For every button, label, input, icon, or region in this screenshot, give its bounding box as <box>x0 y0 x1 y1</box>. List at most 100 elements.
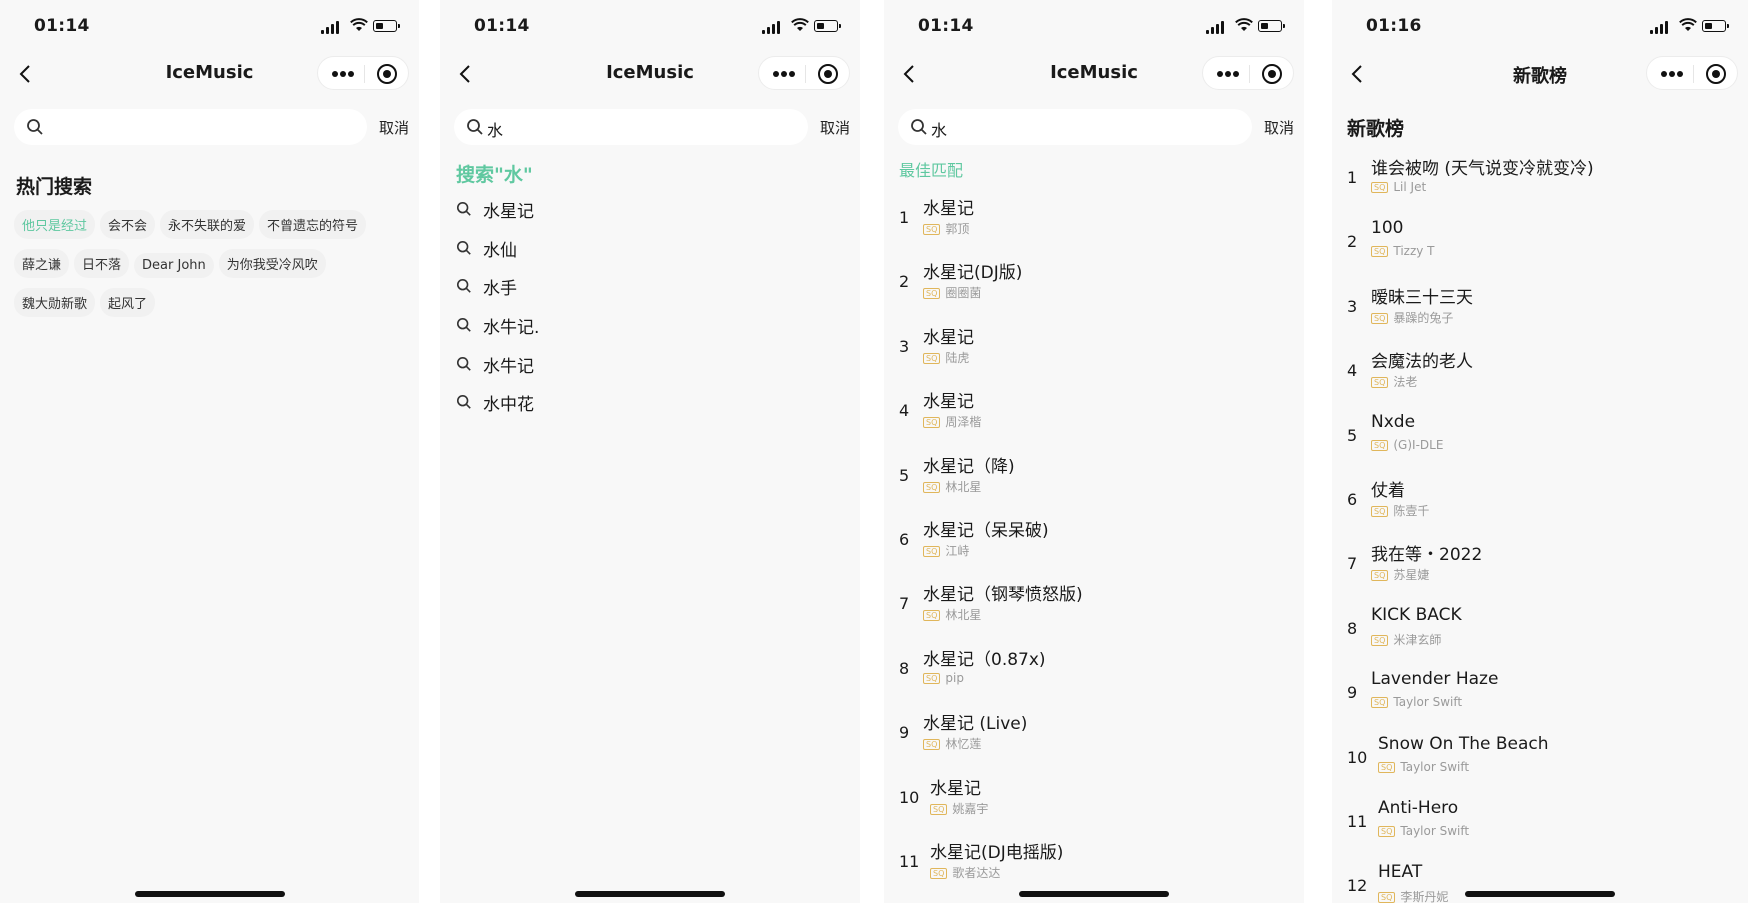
search-icon <box>456 201 471 216</box>
more-icon[interactable] <box>332 71 354 77</box>
song-item[interactable]: 3 水星记 SQ 陆虎 <box>899 319 1294 383</box>
song-artist: Taylor Swift <box>1400 759 1470 774</box>
suggestion-item[interactable]: 水中花 <box>456 389 836 428</box>
song-title: 会魔法的老人 <box>1371 352 1473 373</box>
song-item[interactable]: 10 Snow On The Beach SQ Taylor Swift <box>1347 730 1742 794</box>
more-icon[interactable] <box>1217 71 1239 77</box>
song-item[interactable]: 7 水星记（钢琴愤怒版) SQ 林北星 <box>899 576 1294 640</box>
mini-program-capsule <box>317 56 409 90</box>
cancel-button[interactable]: 取消 <box>1264 117 1294 138</box>
search-input[interactable]: 水 <box>454 109 808 145</box>
song-rank: 8 <box>899 658 910 678</box>
song-rank: 11 <box>1347 811 1368 831</box>
close-mini-program-icon[interactable] <box>1262 64 1282 84</box>
hot-tag[interactable]: 会不会 <box>100 210 156 239</box>
song-item[interactable]: 3 暧昧三十三天 SQ 暴躁的兔子 <box>1347 279 1742 343</box>
more-icon[interactable] <box>773 71 795 77</box>
sq-badge: SQ <box>1371 377 1389 389</box>
screen-search-suggestions: 01:14 IceMusic 水 取消 搜索"水" 水星记 水仙 水手 水牛记.… <box>440 0 860 903</box>
song-artist: 米津玄師 <box>1393 632 1442 647</box>
song-rank: 10 <box>1347 747 1368 767</box>
search-value: 水 <box>487 121 504 140</box>
nav-bar: IceMusic <box>0 56 419 92</box>
song-meta: SQ (G)I-DLE <box>1371 438 1443 452</box>
song-rank: 5 <box>899 465 910 485</box>
song-item[interactable]: 8 水星记（0.87x) SQ pip <box>899 641 1294 705</box>
song-item[interactable]: 9 水星记 (Live) SQ 林忆莲 <box>899 705 1294 769</box>
song-rank: 7 <box>1347 554 1358 574</box>
song-item[interactable]: 1 谁会被吻 (天气说变冷就变冷) SQ Lil Jet <box>1347 150 1742 214</box>
suggestion-item[interactable]: 水牛记. <box>456 312 836 351</box>
song-meta: SQ 郭顶 <box>923 220 969 237</box>
song-title: 水星记 <box>923 327 974 348</box>
sq-badge: SQ <box>1371 505 1389 517</box>
song-item[interactable]: 10 水星记 SQ 姚嘉宇 <box>899 770 1294 834</box>
sq-badge: SQ <box>923 288 941 300</box>
song-meta: SQ Taylor Swift <box>1378 760 1469 774</box>
sq-badge: SQ <box>923 610 941 622</box>
more-icon[interactable] <box>1661 71 1683 77</box>
hot-tag[interactable]: 魏大勋新歌 <box>14 288 96 317</box>
hot-tag[interactable]: 起风了 <box>100 288 156 317</box>
song-artist: 苏星婕 <box>1393 568 1430 583</box>
song-artist: 林北星 <box>945 608 982 623</box>
screen-new-songs-chart: 01:16 新歌榜 新歌榜 1 谁会被吻 (天气说变冷就变冷) SQ Lil Jet … <box>1332 0 1748 903</box>
sq-badge: SQ <box>1378 892 1396 903</box>
song-item[interactable]: 11 Anti-Hero SQ Taylor Swift <box>1347 794 1742 858</box>
song-meta: SQ 林北星 <box>923 478 981 495</box>
hot-tag[interactable]: 日不落 <box>74 249 130 278</box>
song-title: 谁会被吻 (天气说变冷就变冷) <box>1371 159 1594 179</box>
suggestion-item[interactable]: 水仙 <box>456 235 836 274</box>
song-artist: 歌者达达 <box>952 865 1001 880</box>
search-value: 水 <box>931 121 948 140</box>
hot-tag[interactable]: 永不失联的爱 <box>160 210 255 239</box>
song-artist: 郭顶 <box>945 222 970 236</box>
song-item[interactable]: 4 水星记 SQ 周泽楷 <box>899 383 1294 447</box>
close-mini-program-icon[interactable] <box>818 64 838 84</box>
song-item[interactable]: 5 水星记（降) SQ 林北星 <box>899 448 1294 512</box>
screen-search-results: 01:14 IceMusic 水 取消 最佳匹配 1 水星记 SQ 郭顶 2 水星记(D… <box>884 0 1304 903</box>
song-item[interactable]: 5 Nxde SQ (G)I-DLE <box>1347 408 1742 472</box>
song-item[interactable]: 1 水星记 SQ 郭顶 <box>899 190 1294 254</box>
close-mini-program-icon[interactable] <box>377 64 397 84</box>
song-item[interactable]: 2 水星记(DJ版) SQ 圈圈菌 <box>899 254 1294 318</box>
suggestion-item[interactable]: 水牛记 <box>456 351 836 390</box>
hot-tag[interactable]: 他只是经过 <box>14 210 96 239</box>
song-item[interactable]: 7 我在等・2022 SQ 苏星婕 <box>1347 536 1742 600</box>
song-artist: 法老 <box>1393 375 1418 390</box>
song-item[interactable]: 2 100 SQ Tizzy T <box>1347 214 1742 278</box>
song-rank: 7 <box>899 594 910 614</box>
hot-tag[interactable]: 为你我受冷风吹 <box>218 249 326 278</box>
song-artist: Lil Jet <box>1393 180 1427 194</box>
song-item[interactable]: 8 KICK BACK SQ 米津玄師 <box>1347 601 1742 665</box>
song-rank: 1 <box>1347 168 1358 187</box>
song-title: Nxde <box>1371 411 1416 432</box>
song-title: 我在等・2022 <box>1371 545 1483 566</box>
search-query-link[interactable]: 搜索"水" <box>456 160 533 187</box>
suggestion-item[interactable]: 水星记 <box>456 196 836 235</box>
song-title: Snow On The Beach <box>1378 733 1549 754</box>
screen-hot-search: 01:14 IceMusic 取消 热门搜索 他只是经过 会不会 永不失联的爱 不曾遗… <box>0 0 419 903</box>
hot-tag[interactable]: 不曾遗忘的符号 <box>259 210 367 239</box>
search-input[interactable] <box>14 109 367 145</box>
hot-tag[interactable]: 薛之谦 <box>14 249 70 278</box>
search-input[interactable]: 水 <box>898 109 1252 145</box>
song-rank: 4 <box>899 401 910 421</box>
hot-tag[interactable]: Dear John <box>134 253 214 278</box>
song-title: 水星记（钢琴愤怒版) <box>923 585 1083 606</box>
song-rank: 6 <box>1347 489 1358 509</box>
close-mini-program-icon[interactable] <box>1706 64 1726 84</box>
suggestion-item[interactable]: 水手 <box>456 273 836 312</box>
song-rank: 11 <box>899 851 920 871</box>
song-item[interactable]: 11 水星记(DJ电摇版) SQ 歌者达达 <box>899 834 1294 898</box>
song-item[interactable]: 9 Lavender Haze SQ Taylor Swift <box>1347 665 1742 729</box>
cancel-button[interactable]: 取消 <box>379 117 409 138</box>
song-item[interactable]: 6 水星记（呆呆破) SQ 江峙 <box>899 512 1294 576</box>
song-item[interactable]: 4 会魔法的老人 SQ 法老 <box>1347 343 1742 407</box>
song-rank: 8 <box>1347 618 1358 638</box>
song-title: 水星记(DJ电摇版) <box>930 842 1064 863</box>
song-item[interactable]: 6 仗着 SQ 陈壹千 <box>1347 472 1742 536</box>
cancel-button[interactable]: 取消 <box>820 117 850 138</box>
hot-search-tags: 他只是经过 会不会 永不失联的爱 不曾遗忘的符号 薛之谦 日不落 Dear John 为你我… <box>14 210 410 327</box>
song-title: 水星记 (Live) <box>923 714 1028 735</box>
